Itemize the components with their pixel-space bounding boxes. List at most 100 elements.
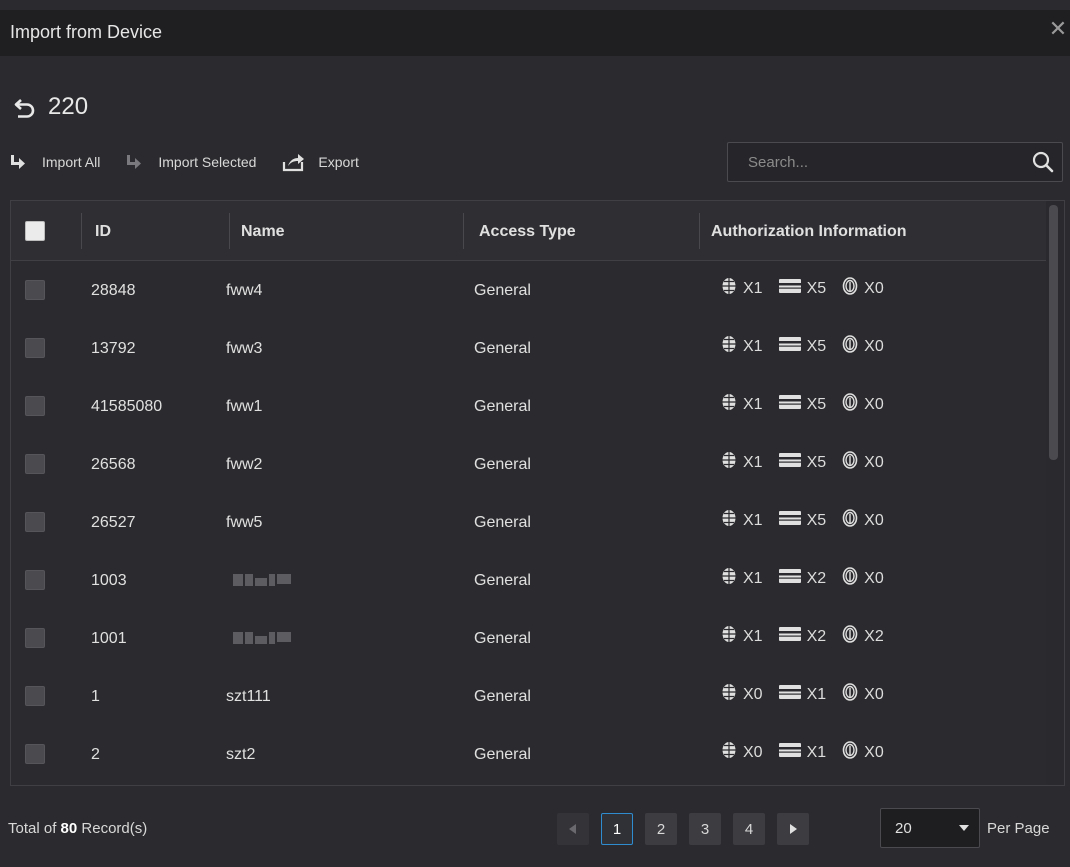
face-auth: X1 bbox=[721, 567, 763, 590]
row-checkbox[interactable] bbox=[25, 686, 45, 706]
search-box bbox=[727, 142, 1063, 182]
face-count: X0 bbox=[743, 743, 763, 761]
chevron-right-icon bbox=[790, 824, 797, 834]
import-all-button[interactable]: Import All bbox=[10, 153, 100, 171]
face-icon bbox=[721, 741, 743, 764]
row-checkbox[interactable] bbox=[25, 512, 45, 532]
face-icon bbox=[721, 335, 743, 358]
face-auth: X1 bbox=[721, 451, 763, 474]
cell-authorization: X0 X1 X0 bbox=[721, 683, 900, 706]
next-page-button[interactable] bbox=[777, 813, 809, 845]
table-row[interactable]: 26527 fww5 General X1 X5 X0 bbox=[11, 493, 1049, 551]
row-checkbox[interactable] bbox=[25, 454, 45, 474]
row-checkbox[interactable] bbox=[25, 744, 45, 764]
face-auth: X0 bbox=[721, 683, 763, 706]
import-selected-label: Import Selected bbox=[158, 154, 257, 170]
card-count: X5 bbox=[806, 511, 827, 529]
column-header-authorization[interactable]: Authorization Information bbox=[711, 223, 907, 241]
table-row[interactable]: 28848 fww4 General X1 X5 X0 bbox=[11, 261, 1049, 319]
page-button-4[interactable]: 4 bbox=[733, 813, 765, 845]
cell-authorization: X1 X2 X0 bbox=[721, 567, 900, 590]
column-header-id[interactable]: ID bbox=[95, 223, 111, 241]
fingerprint-auth: X0 bbox=[842, 451, 884, 474]
row-checkbox[interactable] bbox=[25, 570, 45, 590]
row-checkbox[interactable] bbox=[25, 396, 45, 416]
row-checkbox[interactable] bbox=[25, 280, 45, 300]
fingerprint-icon bbox=[842, 741, 864, 764]
page-button-2[interactable]: 2 bbox=[645, 813, 677, 845]
fingerprint-icon bbox=[842, 567, 864, 590]
face-auth: X1 bbox=[721, 335, 763, 358]
import-selected-button[interactable]: Import Selected bbox=[126, 153, 256, 171]
table-row[interactable]: 2 szt2 General X0 X1 X0 bbox=[11, 725, 1049, 783]
card-count: X2 bbox=[806, 627, 827, 645]
card-auth: X5 bbox=[778, 511, 827, 530]
face-icon bbox=[721, 509, 743, 532]
card-auth: X5 bbox=[778, 279, 826, 298]
fingerprint-auth: X0 bbox=[842, 741, 884, 764]
fingerprint-auth: X2 bbox=[842, 625, 884, 648]
prev-page-button[interactable] bbox=[557, 813, 589, 845]
card-icon bbox=[778, 337, 807, 356]
card-icon bbox=[778, 685, 807, 704]
cell-name: fww2 bbox=[226, 456, 263, 473]
cell-id: 1003 bbox=[91, 572, 127, 589]
face-icon bbox=[721, 393, 743, 416]
table-row[interactable]: 26568 fww2 General X1 X5 X0 bbox=[11, 435, 1049, 493]
face-auth: X1 bbox=[721, 393, 763, 416]
cell-access-type: General bbox=[474, 630, 531, 647]
fingerprint-count: X0 bbox=[864, 337, 884, 355]
chevron-left-icon bbox=[569, 824, 576, 834]
close-icon[interactable]: ✕ bbox=[1046, 18, 1070, 42]
column-header-name[interactable]: Name bbox=[241, 223, 285, 241]
redacted-name bbox=[233, 574, 293, 588]
fingerprint-count: X0 bbox=[864, 569, 884, 587]
row-checkbox[interactable] bbox=[25, 628, 45, 648]
dialog-title: Import from Device bbox=[10, 22, 163, 42]
fingerprint-icon bbox=[842, 335, 864, 358]
fingerprint-count: X0 bbox=[864, 511, 884, 529]
search-input[interactable] bbox=[728, 143, 1018, 181]
face-auth: X1 bbox=[721, 509, 763, 532]
table-row[interactable]: 1001 General X1 X2 X2 bbox=[11, 609, 1049, 667]
back-arrow-icon[interactable] bbox=[12, 94, 38, 120]
face-count: X1 bbox=[743, 569, 763, 587]
face-count: X0 bbox=[743, 685, 763, 703]
fingerprint-count: X0 bbox=[864, 279, 884, 297]
face-auth: X0 bbox=[721, 741, 763, 764]
page-button-1[interactable]: 1 bbox=[601, 813, 633, 845]
row-checkbox[interactable] bbox=[25, 338, 45, 358]
select-all-checkbox[interactable] bbox=[25, 221, 45, 241]
fingerprint-icon bbox=[842, 393, 864, 416]
card-auth: X2 bbox=[778, 569, 826, 588]
fingerprint-count: X0 bbox=[864, 685, 884, 703]
table-row[interactable]: 1 szt111 General X0 X1 X0 bbox=[11, 667, 1049, 725]
fingerprint-icon bbox=[842, 625, 864, 648]
export-icon bbox=[283, 154, 305, 172]
face-auth: X1 bbox=[721, 625, 763, 648]
face-auth: X1 bbox=[721, 277, 763, 300]
per-page-select[interactable]: 20 bbox=[880, 808, 980, 848]
table-row[interactable]: 1003 General X1 X2 X0 bbox=[11, 551, 1049, 609]
search-icon[interactable] bbox=[1032, 151, 1054, 173]
face-count: X1 bbox=[743, 511, 763, 529]
fingerprint-auth: X0 bbox=[842, 393, 884, 416]
face-icon bbox=[721, 451, 743, 474]
device-header: 220 bbox=[12, 90, 88, 124]
fingerprint-icon bbox=[842, 277, 864, 300]
table-row[interactable]: 13792 fww3 General X1 X5 X0 bbox=[11, 319, 1049, 377]
card-icon bbox=[778, 743, 807, 762]
page-button-3[interactable]: 3 bbox=[689, 813, 721, 845]
card-auth: X5 bbox=[778, 395, 826, 414]
cell-authorization: X1 X5 X0 bbox=[721, 335, 900, 358]
fingerprint-count: X0 bbox=[864, 395, 884, 413]
card-count: X1 bbox=[806, 685, 827, 703]
table-row[interactable]: 41585080 fww1 General X1 X5 X0 bbox=[11, 377, 1049, 435]
fingerprint-icon bbox=[842, 451, 864, 474]
total-suffix: Record(s) bbox=[81, 820, 148, 837]
import-all-label: Import All bbox=[42, 154, 101, 170]
export-button[interactable]: Export bbox=[282, 152, 359, 172]
record-total: Total of 80 Record(s) bbox=[8, 820, 147, 837]
scrollbar-thumb[interactable] bbox=[1049, 205, 1058, 460]
column-header-access-type[interactable]: Access Type bbox=[479, 223, 576, 241]
